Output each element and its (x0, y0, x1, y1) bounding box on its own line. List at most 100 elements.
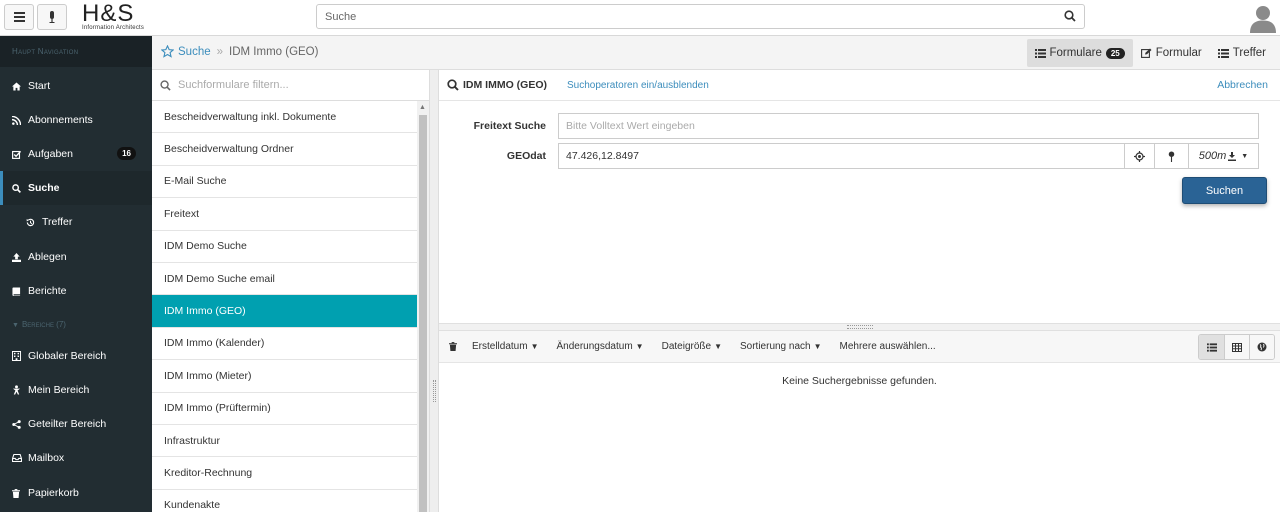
geo-coordinates-input[interactable] (558, 143, 1125, 169)
sort-by-label: Sortierung nach (739, 341, 811, 352)
formulare-label: Formulare (1049, 47, 1102, 59)
sort-modified-dropdown[interactable]: Änderungsdatum ▼ (557, 341, 644, 352)
search-icon[interactable] (1064, 10, 1076, 22)
submit-search-button[interactable]: Suchen (1182, 177, 1267, 204)
form-list-item[interactable]: Freitext (152, 198, 418, 231)
sidebar-item-label: Geteilter Bereich (28, 418, 107, 430)
sidebar-section-header[interactable]: ▼ Bereiche (7) (0, 315, 152, 334)
caret-down-icon: ▼ (530, 342, 539, 351)
form-list-item[interactable]: Bescheidverwaltung inkl. Dokumente (152, 101, 418, 134)
sidebar-item-treffer[interactable]: Treffer (0, 205, 152, 239)
table-view-button[interactable] (1224, 335, 1249, 359)
vertical-splitter[interactable] (430, 70, 439, 512)
share-icon (12, 419, 21, 429)
sort-filesize-label: Dateigröße (661, 341, 712, 352)
download-icon (1228, 151, 1237, 161)
scrollbar-thumb[interactable] (419, 115, 427, 512)
list-view-button[interactable] (1199, 335, 1224, 359)
user-avatar-icon[interactable] (1248, 3, 1278, 33)
pick-location-button[interactable] (1154, 143, 1189, 169)
form-list-item[interactable]: Infrastruktur (152, 425, 418, 458)
form-list-item[interactable]: IDM Immo (Kalender) (152, 328, 418, 361)
search-form-list: Bescheidverwaltung inkl. DokumenteBesche… (152, 70, 430, 512)
form-list-item[interactable]: IDM Immo (Mieter) (152, 360, 418, 393)
sort-created-label: Erstelldatum (472, 341, 528, 352)
radius-dropdown[interactable]: 500m ▼ (1188, 143, 1259, 169)
search-form-header: IDM IMMO (GEO) Suchoperatoren ein/ausble… (439, 70, 1280, 101)
list-icon (1035, 48, 1047, 58)
sidebar-item-label: Globaler Bereich (28, 350, 107, 362)
sidebar-item-papierkorb[interactable]: Papierkorb (0, 476, 152, 510)
caret-down-icon: ▼ (714, 342, 722, 351)
fulltext-row: Freitext Suche (439, 113, 1280, 139)
form-list-item[interactable]: IDM Demo Suche (152, 231, 418, 263)
sidebar-item-label: Abonnements (28, 114, 93, 126)
formular-label: Formular (1155, 47, 1202, 59)
sidebar-item-berichte[interactable]: Berichte (0, 274, 152, 308)
global-search (316, 4, 1085, 29)
form-list-scrollbar[interactable]: ▲ (417, 101, 429, 512)
list-icon (1217, 48, 1229, 58)
sidebar-item-suche[interactable]: Suche (0, 171, 152, 205)
edit-icon (1140, 48, 1152, 58)
sidebar-item-start[interactable]: Start (0, 69, 152, 103)
sidebar-item-mein-bereich[interactable]: Mein Bereich (0, 373, 152, 407)
sidebar-item-abonnements[interactable]: Abonnements (0, 103, 152, 137)
form-filter-input[interactable] (178, 79, 408, 91)
form-filter (152, 70, 429, 101)
search-icon (447, 79, 459, 91)
toggle-operators-link[interactable]: Suchoperatoren ein/ausblenden (567, 80, 709, 91)
formular-button[interactable]: Formular (1133, 39, 1210, 67)
crosshairs-icon (1134, 150, 1145, 162)
rss-icon (12, 115, 21, 125)
cancel-link[interactable]: Abbrechen (1217, 79, 1268, 91)
search-form-title: IDM IMMO (GEO) (463, 79, 547, 91)
search-icon (160, 79, 171, 91)
star-icon[interactable] (161, 45, 174, 58)
form-list-item[interactable]: IDM Immo (GEO) (152, 295, 418, 328)
global-search-input[interactable] (317, 5, 1047, 28)
trash-icon[interactable] (449, 342, 457, 351)
form-list-item[interactable]: Bescheidverwaltung Ordner (152, 133, 418, 166)
splitter-grip[interactable] (433, 380, 436, 402)
sort-created-dropdown[interactable]: Erstelldatum ▼ (472, 341, 539, 352)
breadcrumb-root-link[interactable]: Suche (178, 46, 211, 58)
form-list-item[interactable]: Kreditor-Rechnung (152, 457, 418, 490)
voice-search-button[interactable] (37, 4, 67, 30)
sidebar-item-globaler-bereich[interactable]: Globaler Bereich (0, 339, 152, 373)
caret-down-icon: ▼ (12, 322, 19, 329)
sort-filesize-dropdown[interactable]: Dateigröße ▼ (662, 341, 722, 352)
building-icon (12, 351, 21, 361)
form-list-item[interactable]: E-Mail Suche (152, 166, 418, 199)
menu-toggle-button[interactable] (4, 4, 34, 30)
brand-logo[interactable]: H&S Information Architects (82, 2, 157, 32)
form-list-item[interactable]: Kundenakte (152, 490, 418, 512)
scroll-up-icon[interactable]: ▲ (419, 104, 426, 111)
horizontal-splitter[interactable] (439, 323, 1280, 331)
formulare-count-badge: 25 (1105, 47, 1125, 59)
checkbox-icon (12, 150, 21, 159)
sidebar-item-ablegen[interactable]: Ablegen (0, 240, 152, 274)
list-icon (1206, 342, 1217, 352)
form-list-item[interactable]: IDM Demo Suche email (152, 263, 418, 296)
sidebar-item-geteilter-bereich[interactable]: Geteilter Bereich (0, 407, 152, 441)
sidebar-item-aufgaben[interactable]: Aufgaben 16 (0, 137, 152, 171)
fulltext-input[interactable] (558, 113, 1259, 139)
sidebar-item-mailbox[interactable]: Mailbox (0, 441, 152, 475)
map-view-button[interactable] (1249, 335, 1274, 359)
search-form-panel: IDM IMMO (GEO) Suchoperatoren ein/ausble… (439, 70, 1280, 323)
form-list-items: Bescheidverwaltung inkl. Dokumente Besche… (152, 101, 429, 512)
logo-subtitle: Information Architects (82, 25, 145, 31)
view-toggle-group: Formulare 25 Formular Treffer (1027, 39, 1274, 67)
sidebar-item-label: Start (28, 80, 51, 92)
formulare-button[interactable]: Formulare 25 (1027, 39, 1133, 67)
user-icon (12, 385, 21, 395)
sort-by-dropdown[interactable]: Sortierung nach ▼ (740, 341, 822, 352)
treffer-button[interactable]: Treffer (1210, 39, 1274, 67)
splitter-grip[interactable] (847, 325, 873, 329)
multi-select-button[interactable]: Mehrere auswählen... (840, 341, 936, 352)
sidebar-item-label: Mailbox (28, 452, 65, 464)
locate-me-button[interactable] (1124, 143, 1155, 169)
form-list-item[interactable]: IDM Immo (Prüftermin) (152, 393, 418, 425)
sidebar-header: Haupt Navigation (0, 36, 152, 67)
